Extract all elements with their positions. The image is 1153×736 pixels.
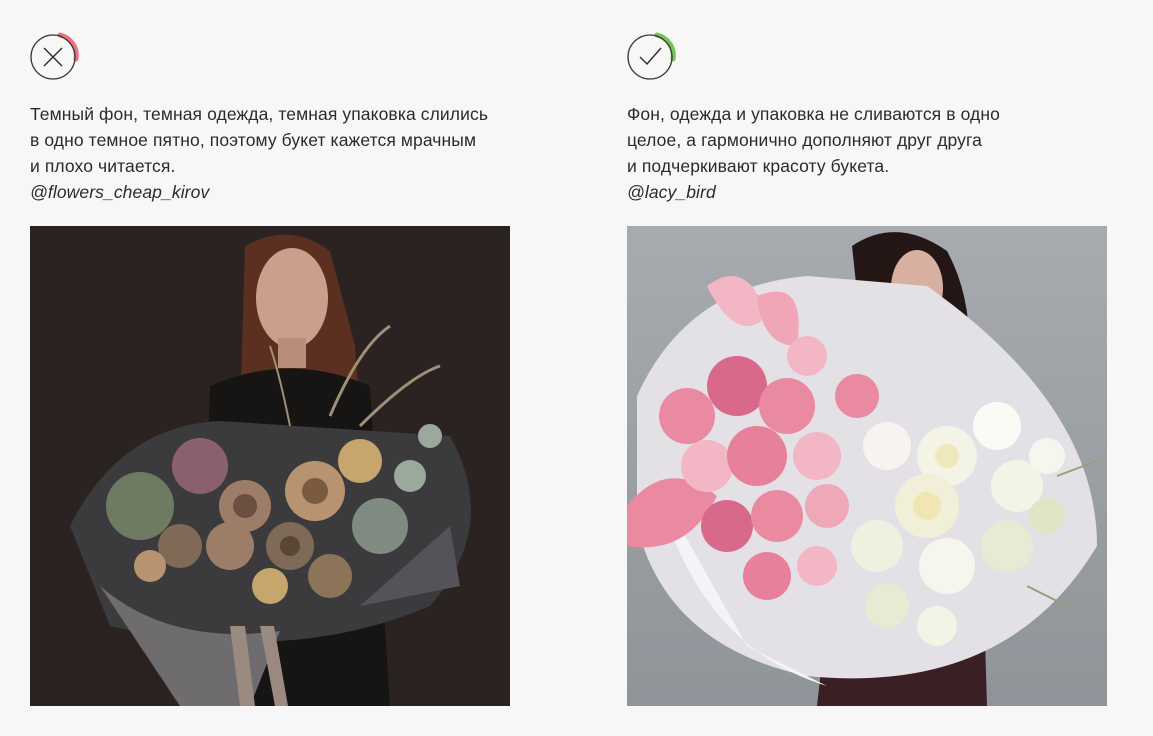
bad-verdict-badge xyxy=(30,31,80,81)
good-example: Фон, одежда и упаковка не сливаются в од… xyxy=(627,0,1127,736)
light-bouquet-photo xyxy=(627,226,1107,706)
bad-example: Темный фон, темная одежда, темная упаков… xyxy=(30,0,530,736)
comparison-page: Темный фон, темная одежда, темная упаков… xyxy=(0,0,1153,736)
bad-caption: Темный фон, темная одежда, темная упаков… xyxy=(30,101,530,205)
good-caption: Фон, одежда и упаковка не сливаются в од… xyxy=(627,101,1127,205)
cross-icon xyxy=(30,32,79,80)
caption-line: и подчеркивают красоту букета. xyxy=(627,156,890,176)
caption-line: в одно темное пятно, поэтому букет кажет… xyxy=(30,130,477,150)
bad-accent-arc xyxy=(57,32,79,62)
author-handle: @flowers_cheap_kirov xyxy=(30,182,210,202)
caption-line: и плохо читается. xyxy=(30,156,176,176)
check-icon xyxy=(627,32,676,80)
author-handle: @lacy_bird xyxy=(627,182,716,202)
caption-line: Фон, одежда и упаковка не сливаются в од… xyxy=(627,104,1000,124)
caption-line: Темный фон, темная одежда, темная упаков… xyxy=(30,104,489,124)
dark-bouquet-photo xyxy=(30,226,510,706)
caption-line: целое, а гармонично дополняют друг друга xyxy=(627,130,982,150)
good-verdict-badge xyxy=(627,31,677,81)
good-accent-arc xyxy=(654,32,676,62)
